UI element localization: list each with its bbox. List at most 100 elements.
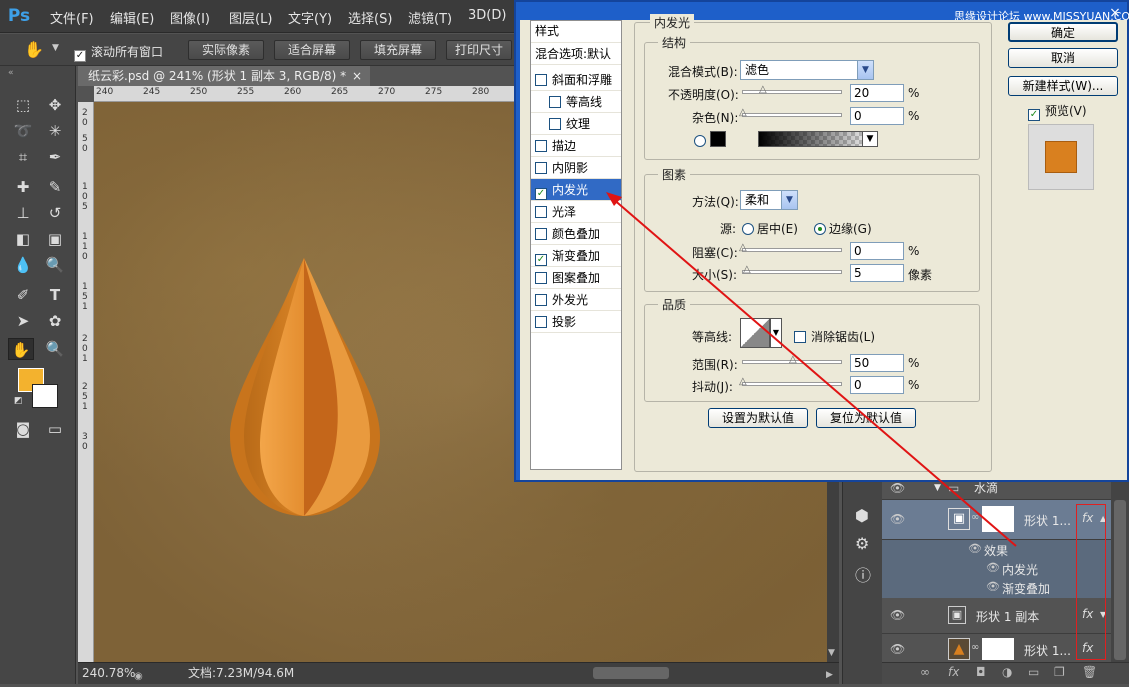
eye-icon[interactable]: 👁: [890, 480, 906, 496]
effect-gradient-overlay[interactable]: 渐变叠加: [1002, 580, 1050, 597]
blend-options-item[interactable]: 混合选项:默认: [531, 43, 621, 65]
status-menu-icon[interactable]: ◉: [134, 667, 143, 687]
style-inner-shadow[interactable]: 内阴影: [531, 157, 621, 179]
eraser-tool-icon[interactable]: ◧: [10, 228, 36, 250]
type-tool-icon[interactable]: T: [42, 284, 68, 306]
marquee-tool-icon[interactable]: ⬚: [10, 94, 36, 116]
gradient-tool-icon[interactable]: ▣: [42, 228, 68, 250]
eyedropper-icon[interactable]: ✒: [42, 146, 68, 168]
noise-slider[interactable]: △: [739, 108, 842, 118]
print-size-button[interactable]: 打印尺寸: [446, 40, 512, 60]
eye-icon[interactable]: 👁: [890, 512, 906, 528]
add-mask-icon[interactable]: ◘: [976, 665, 986, 679]
scroll-all-windows[interactable]: ✓ 滚动所有窗口: [74, 43, 163, 62]
checkbox-icon[interactable]: [794, 331, 806, 343]
style-outer-glow[interactable]: 外发光: [531, 289, 621, 311]
slider-thumb-icon[interactable]: △: [759, 85, 769, 95]
style-drop-shadow[interactable]: 投影: [531, 311, 621, 333]
noise-input[interactable]: 0: [850, 107, 904, 125]
style-texture[interactable]: 纹理: [531, 113, 621, 135]
slider-thumb-icon[interactable]: △: [789, 355, 799, 365]
collapse-icon[interactable]: «: [8, 68, 14, 78]
glow-color-swatch[interactable]: [710, 131, 726, 147]
3d-panel-icon[interactable]: ⬢: [855, 506, 869, 525]
eye-icon[interactable]: 👁: [986, 561, 1000, 574]
checkbox-icon[interactable]: [535, 272, 547, 284]
delete-layer-icon[interactable]: 🗑: [1082, 665, 1097, 679]
style-gradient-overlay[interactable]: ✓ 渐变叠加: [531, 245, 621, 267]
opacity-slider[interactable]: △: [742, 85, 842, 95]
checkbox-icon[interactable]: [535, 74, 547, 86]
menu-layer[interactable]: 图层(L): [229, 8, 272, 27]
checkbox-icon[interactable]: [535, 316, 547, 328]
blend-mode-select[interactable]: 滤色 ▼: [740, 60, 874, 80]
menu-3d[interactable]: 3D(D): [468, 8, 506, 23]
menu-edit[interactable]: 编辑(E): [110, 8, 154, 27]
add-style-icon[interactable]: fx: [948, 665, 959, 679]
brush-tool-icon[interactable]: ✎: [42, 176, 68, 198]
range-input[interactable]: 50: [850, 354, 904, 372]
chevron-down-icon[interactable]: ▼: [862, 131, 878, 147]
eye-icon[interactable]: 👁: [986, 580, 1000, 593]
fill-screen-button[interactable]: 填充屏幕: [360, 40, 436, 60]
document-tab[interactable]: 纸云彩.psd @ 241% (形状 1 副本 3, RGB/8) * ×: [78, 66, 370, 86]
shape-tool-icon[interactable]: ✿: [42, 310, 68, 332]
chevron-down-icon[interactable]: ▼: [781, 191, 797, 209]
style-satin[interactable]: 光泽: [531, 201, 621, 223]
blur-tool-icon[interactable]: 💧: [10, 254, 36, 276]
jitter-slider[interactable]: △: [739, 377, 842, 387]
background-color-swatch[interactable]: [32, 384, 58, 408]
checkbox-icon[interactable]: [535, 294, 547, 306]
pen-tool-icon[interactable]: ✐: [10, 284, 36, 306]
styles-header[interactable]: 样式: [531, 21, 621, 43]
size-slider[interactable]: △: [742, 265, 842, 275]
gradient-swatch[interactable]: [758, 131, 878, 147]
radio-icon[interactable]: [742, 223, 754, 235]
eye-icon[interactable]: 👁: [890, 608, 906, 624]
style-stroke[interactable]: 描边: [531, 135, 621, 157]
checkbox-icon[interactable]: ✓: [535, 188, 547, 200]
style-bevel-emboss[interactable]: 斜面和浮雕: [531, 69, 621, 91]
eye-icon[interactable]: 👁: [968, 542, 982, 555]
lasso-tool-icon[interactable]: ➰: [10, 120, 36, 142]
slider-thumb-icon[interactable]: △: [743, 265, 753, 275]
link-layers-icon[interactable]: ∞: [920, 665, 930, 679]
chevron-down-icon[interactable]: ▼: [857, 61, 873, 79]
choke-slider[interactable]: △: [739, 243, 842, 253]
menu-file[interactable]: 文件(F): [50, 8, 94, 27]
horizontal-scrollbar-thumb[interactable]: [593, 667, 669, 679]
checkbox-icon[interactable]: [549, 118, 561, 130]
checkbox-icon[interactable]: ✓: [535, 254, 547, 266]
chevron-down-icon[interactable]: ▼: [52, 43, 59, 53]
checkbox-icon[interactable]: [535, 228, 547, 240]
anti-alias-option[interactable]: 消除锯齿(L): [794, 328, 875, 345]
scroll-down-icon[interactable]: ▼: [828, 648, 835, 658]
ok-button[interactable]: 确定: [1008, 22, 1118, 42]
set-default-button[interactable]: 设置为默认值: [708, 408, 808, 428]
move-tool-icon[interactable]: ✥: [42, 94, 68, 116]
style-pattern-overlay[interactable]: 图案叠加: [531, 267, 621, 289]
slider-thumb-icon[interactable]: △: [739, 377, 749, 387]
hand-tool-preset-icon[interactable]: ✋: [24, 40, 44, 59]
reset-default-button[interactable]: 复位为默认值: [816, 408, 916, 428]
radio-icon[interactable]: [814, 223, 826, 235]
checkbox-icon[interactable]: ✓: [74, 50, 86, 62]
style-contour[interactable]: 等高线: [531, 91, 621, 113]
contour-picker[interactable]: [740, 318, 770, 348]
crop-tool-icon[interactable]: ⌗: [10, 146, 36, 168]
menu-filter[interactable]: 滤镜(T): [408, 8, 452, 27]
screen-mode-icon[interactable]: ▭: [42, 418, 68, 440]
choke-input[interactable]: 0: [850, 242, 904, 260]
close-tab-icon[interactable]: ×: [352, 66, 362, 86]
size-input[interactable]: 5: [850, 264, 904, 282]
menu-image[interactable]: 图像(I): [170, 8, 210, 27]
style-inner-glow[interactable]: ✓ 内发光: [531, 179, 621, 201]
layers-scrollbar-thumb[interactable]: [1114, 500, 1126, 660]
source-edge-option[interactable]: 边缘(G): [814, 220, 872, 237]
checkbox-icon[interactable]: [535, 162, 547, 174]
checkbox-icon[interactable]: [535, 206, 547, 218]
magic-wand-icon[interactable]: ✳: [42, 120, 68, 142]
method-select[interactable]: 柔和 ▼: [740, 190, 798, 210]
scroll-right-icon[interactable]: ▶: [826, 665, 833, 685]
effect-inner-glow[interactable]: 内发光: [1002, 561, 1038, 578]
